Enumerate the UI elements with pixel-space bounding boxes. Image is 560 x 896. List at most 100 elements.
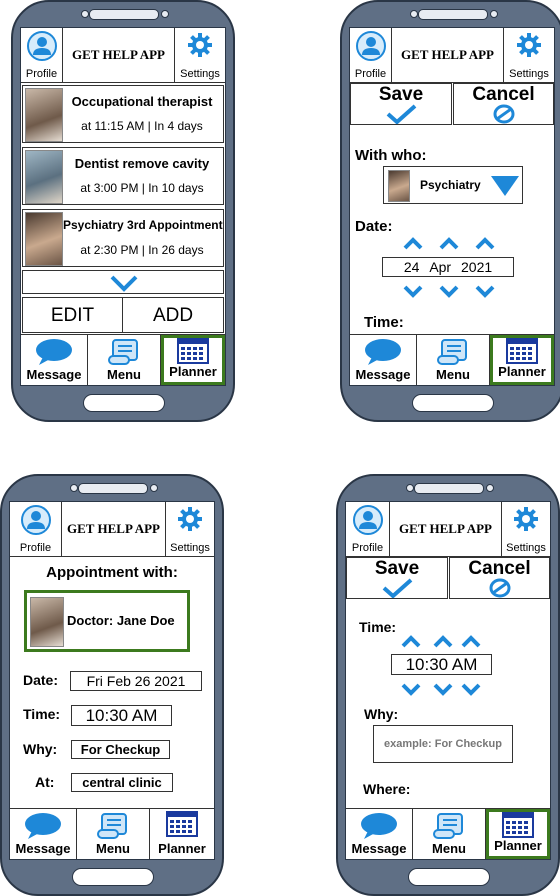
- edit-button[interactable]: EDIT: [22, 297, 123, 333]
- appointment-item[interactable]: Psychiatry 3rd Appointment at 2:30 PM | …: [22, 209, 224, 267]
- profile-button[interactable]: Profile: [346, 502, 390, 556]
- nav-planner[interactable]: Planner: [486, 809, 550, 859]
- appointment-photo: [25, 150, 63, 204]
- cancel-button[interactable]: Cancel: [449, 557, 550, 599]
- chevron-up-icon[interactable]: [432, 634, 454, 648]
- date-day: 24: [403, 259, 420, 275]
- date-value-field[interactable]: Fri Feb 26 2021: [70, 671, 202, 691]
- profile-button[interactable]: Profile: [350, 28, 392, 82]
- camera-dot: [410, 10, 418, 18]
- nav-menu[interactable]: Menu: [88, 335, 161, 385]
- save-button[interactable]: Save: [346, 557, 448, 599]
- time-label: Time:: [359, 619, 397, 635]
- date-picker-field[interactable]: 24 Apr 2021: [382, 257, 514, 277]
- appointment-item[interactable]: Dentist remove cavity at 3:00 PM | In 10…: [22, 147, 224, 205]
- scroll-down-button[interactable]: [22, 270, 224, 294]
- chevron-down-icon[interactable]: [402, 284, 424, 298]
- appointment-photo: [25, 212, 63, 266]
- date-label: Date:: [355, 218, 393, 235]
- time-picker-field[interactable]: 10:30 AM: [391, 654, 492, 675]
- cancel-label: Cancel: [472, 84, 535, 105]
- appointment-when: at 11:15 AM | In 4 days: [81, 119, 203, 133]
- scroll-icon: [108, 339, 138, 365]
- chevron-up-icon[interactable]: [438, 236, 460, 250]
- doctor-card[interactable]: Doctor: Jane Doe: [24, 590, 190, 652]
- settings-button[interactable]: Settings: [502, 502, 550, 556]
- profile-button[interactable]: Profile: [21, 28, 63, 82]
- why-input[interactable]: example: For Checkup: [373, 725, 513, 763]
- profile-icon: [21, 505, 51, 535]
- nav-menu[interactable]: Menu: [417, 335, 490, 385]
- appointment-title: Dentist remove cavity: [74, 156, 210, 171]
- chevron-up-icon[interactable]: [474, 236, 496, 250]
- checkmark-icon: [386, 104, 417, 124]
- appointment-with-heading: Appointment with:: [46, 564, 178, 581]
- nav-planner-label: Planner: [169, 364, 217, 379]
- nav-planner[interactable]: Planner: [161, 335, 225, 385]
- scroll-icon: [433, 813, 463, 839]
- chevron-down-icon[interactable]: [474, 284, 496, 298]
- chevron-down-icon[interactable]: [438, 284, 460, 298]
- camera-dot: [70, 484, 78, 492]
- nav-planner-label: Planner: [498, 364, 546, 379]
- nav-message[interactable]: Message: [21, 335, 88, 385]
- nav-menu[interactable]: Menu: [413, 809, 486, 859]
- with-who-select[interactable]: Psychiatry: [383, 166, 523, 204]
- nav-message[interactable]: Message: [350, 335, 417, 385]
- chevron-down-icon[interactable]: [432, 682, 454, 696]
- profile-icon: [356, 31, 386, 61]
- cancel-icon: [489, 578, 511, 598]
- chevron-down-icon[interactable]: [460, 682, 482, 696]
- date-year: 2021: [461, 259, 493, 275]
- dropdown-arrow-icon: [491, 176, 519, 196]
- profile-label: Profile: [351, 542, 384, 554]
- save-button[interactable]: Save: [350, 83, 452, 125]
- cancel-button[interactable]: Cancel: [453, 83, 554, 125]
- sensor-dot: [161, 10, 169, 18]
- speaker: [418, 9, 488, 20]
- speech-bubble-icon: [365, 339, 401, 365]
- nav-menu-label: Menu: [107, 367, 141, 382]
- phone-time-reason: Profile GET HELP APP Settings Save Cance…: [336, 474, 560, 896]
- nav-message-label: Message: [355, 367, 411, 382]
- app-header: Profile GET HELP APP Settings: [10, 502, 214, 557]
- nav-menu[interactable]: Menu: [77, 809, 150, 859]
- cancel-label: Cancel: [468, 558, 531, 579]
- time-label: Time:: [23, 706, 61, 722]
- calendar-icon: [502, 812, 534, 838]
- camera-dot: [81, 10, 89, 18]
- home-button[interactable]: [72, 868, 154, 886]
- chevron-up-icon[interactable]: [402, 236, 424, 250]
- at-value-field[interactable]: central clinic: [71, 773, 173, 792]
- nav-planner-label: Planner: [494, 838, 542, 853]
- chevron-down-icon[interactable]: [400, 682, 422, 696]
- calendar-icon: [166, 811, 198, 837]
- phone-appointments-list: Profile GET HELP APP Settings Occupation…: [11, 0, 235, 422]
- with-who-value: Psychiatry: [420, 178, 481, 192]
- home-button[interactable]: [408, 868, 490, 886]
- calendar-icon: [177, 338, 209, 364]
- nav-message-label: Message: [15, 841, 71, 856]
- add-button[interactable]: ADD: [122, 297, 224, 333]
- profile-button[interactable]: Profile: [10, 502, 62, 556]
- nav-message[interactable]: Message: [346, 809, 413, 859]
- home-button[interactable]: [83, 394, 165, 412]
- chevron-up-icon[interactable]: [460, 634, 482, 648]
- why-value-field[interactable]: For Checkup: [71, 740, 170, 759]
- nav-planner[interactable]: Planner: [150, 809, 214, 859]
- home-button[interactable]: [412, 394, 494, 412]
- settings-button[interactable]: Settings: [166, 502, 214, 556]
- settings-button[interactable]: Settings: [175, 28, 225, 82]
- appointment-item[interactable]: Occupational therapist at 11:15 AM | In …: [22, 85, 224, 143]
- nav-planner[interactable]: Planner: [490, 335, 554, 385]
- nav-message[interactable]: Message: [10, 809, 77, 859]
- time-value-field[interactable]: 10:30 AM: [71, 705, 172, 726]
- screen-appointment-details: Profile GET HELP APP Settings Appointmen…: [9, 501, 215, 860]
- appointment-title: Psychiatry 3rd Appointment: [63, 218, 223, 232]
- settings-button[interactable]: Settings: [504, 28, 554, 82]
- appointment-when: at 2:30 PM | In 26 days: [80, 243, 204, 257]
- chevron-up-icon[interactable]: [400, 634, 422, 648]
- appointment-photo: [25, 88, 63, 142]
- profile-label: Profile: [19, 542, 52, 554]
- doctor-photo: [30, 597, 64, 647]
